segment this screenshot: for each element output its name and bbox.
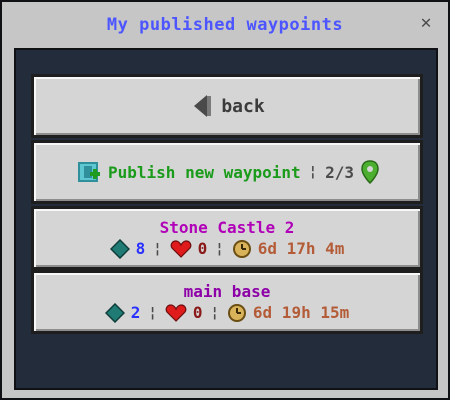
- waypoint-users: 8: [135, 239, 146, 258]
- clock-icon: [232, 239, 252, 259]
- waypoints-window: My published waypoints ✕ back Publish ne…: [0, 0, 450, 400]
- waypoint-name: main base: [183, 281, 271, 301]
- separator: ¦: [148, 304, 157, 321]
- publish-label: Publish new waypoint: [108, 162, 301, 182]
- title-bar: My published waypoints ✕: [2, 2, 448, 48]
- waypoint-users: 2: [130, 303, 141, 322]
- window-title: My published waypoints: [106, 15, 344, 35]
- waypoint-item[interactable]: main base 2 ¦ 0 ¦ 6d 19h 15m: [31, 270, 423, 334]
- separator: ¦: [153, 240, 162, 257]
- back-button[interactable]: back: [31, 74, 423, 138]
- back-label: back: [221, 95, 265, 117]
- clock-icon: [227, 303, 247, 323]
- close-icon[interactable]: ✕: [416, 12, 436, 33]
- publish-waypoint-button[interactable]: Publish new waypoint ¦ 2/3: [31, 140, 423, 204]
- separator: ¦: [210, 304, 219, 321]
- waypoint-likes: 0: [197, 239, 208, 258]
- publish-count: 2/3: [325, 162, 354, 182]
- separator: ¦: [215, 240, 224, 257]
- globe-add-icon: [74, 158, 102, 186]
- gem-icon: [109, 238, 130, 259]
- heart-icon: [170, 239, 192, 259]
- map-pin-icon: [360, 159, 380, 185]
- waypoint-age: 6d 17h 4m: [257, 239, 345, 258]
- heart-icon: [165, 303, 187, 323]
- waypoint-list: back Publish new waypoint ¦ 2/3 Stone Ca…: [14, 48, 438, 390]
- publish-separator: ¦: [308, 164, 318, 180]
- waypoint-name: Stone Castle 2: [159, 217, 295, 237]
- gem-icon: [104, 302, 125, 323]
- back-arrow-icon: [189, 93, 215, 119]
- waypoint-age: 6d 19h 15m: [252, 303, 350, 322]
- waypoint-item[interactable]: Stone Castle 2 8 ¦ 0 ¦ 6d 17h 4m: [31, 206, 423, 270]
- waypoint-likes: 0: [192, 303, 203, 322]
